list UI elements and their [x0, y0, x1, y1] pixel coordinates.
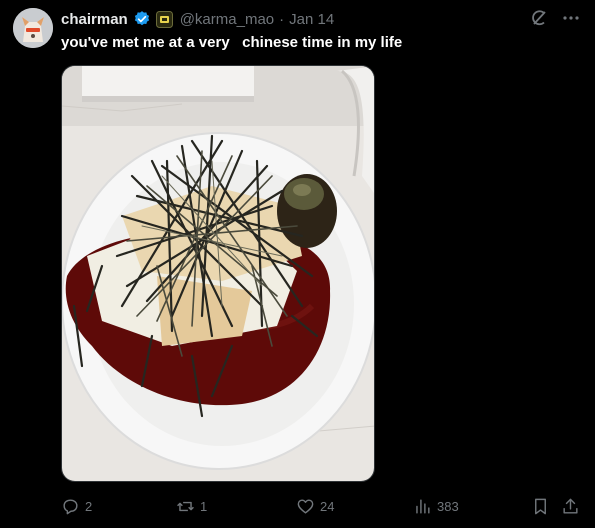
affiliate-badge-icon[interactable] [155, 10, 173, 28]
share-button[interactable] [561, 494, 580, 518]
reply-count: 2 [85, 498, 93, 514]
bookmark-button[interactable] [531, 494, 550, 518]
views-chart-icon [416, 498, 430, 514]
avatar[interactable] [13, 8, 53, 48]
tweet-photo[interactable] [61, 65, 375, 482]
food-photo-image [62, 66, 374, 481]
reply-button[interactable]: 2 [61, 494, 92, 518]
display-name[interactable]: chairman [61, 11, 128, 28]
tweet[interactable]: chairman @karma_mao · Jan 14 you've met … [0, 0, 595, 528]
heart-icon [297, 498, 314, 514]
like-button[interactable]: 24 [296, 494, 334, 518]
tweet-header: chairman @karma_mao · Jan 14 [61, 9, 334, 29]
retweet-button[interactable]: 1 [176, 494, 207, 518]
tweet-actions: 2 1 24 383 [61, 494, 581, 518]
grok-icon[interactable] [529, 8, 549, 28]
post-date[interactable]: Jan 14 [289, 11, 334, 28]
tweet-top-actions [529, 8, 581, 28]
separator-dot: · [279, 10, 285, 28]
verified-badge-icon [133, 10, 151, 28]
handle[interactable]: @karma_mao [180, 11, 274, 28]
tweet-text: you've met me at a very chinese time in … [61, 34, 403, 51]
like-count: 24 [320, 498, 335, 514]
bookmark-icon [535, 498, 546, 514]
share-icon [563, 498, 578, 514]
more-options-icon[interactable] [561, 8, 581, 28]
retweet-icon [177, 501, 194, 511]
views-count: 383 [437, 498, 459, 514]
retweet-count: 1 [200, 498, 208, 514]
reply-icon [63, 498, 78, 514]
views-button[interactable]: 383 [413, 494, 459, 518]
